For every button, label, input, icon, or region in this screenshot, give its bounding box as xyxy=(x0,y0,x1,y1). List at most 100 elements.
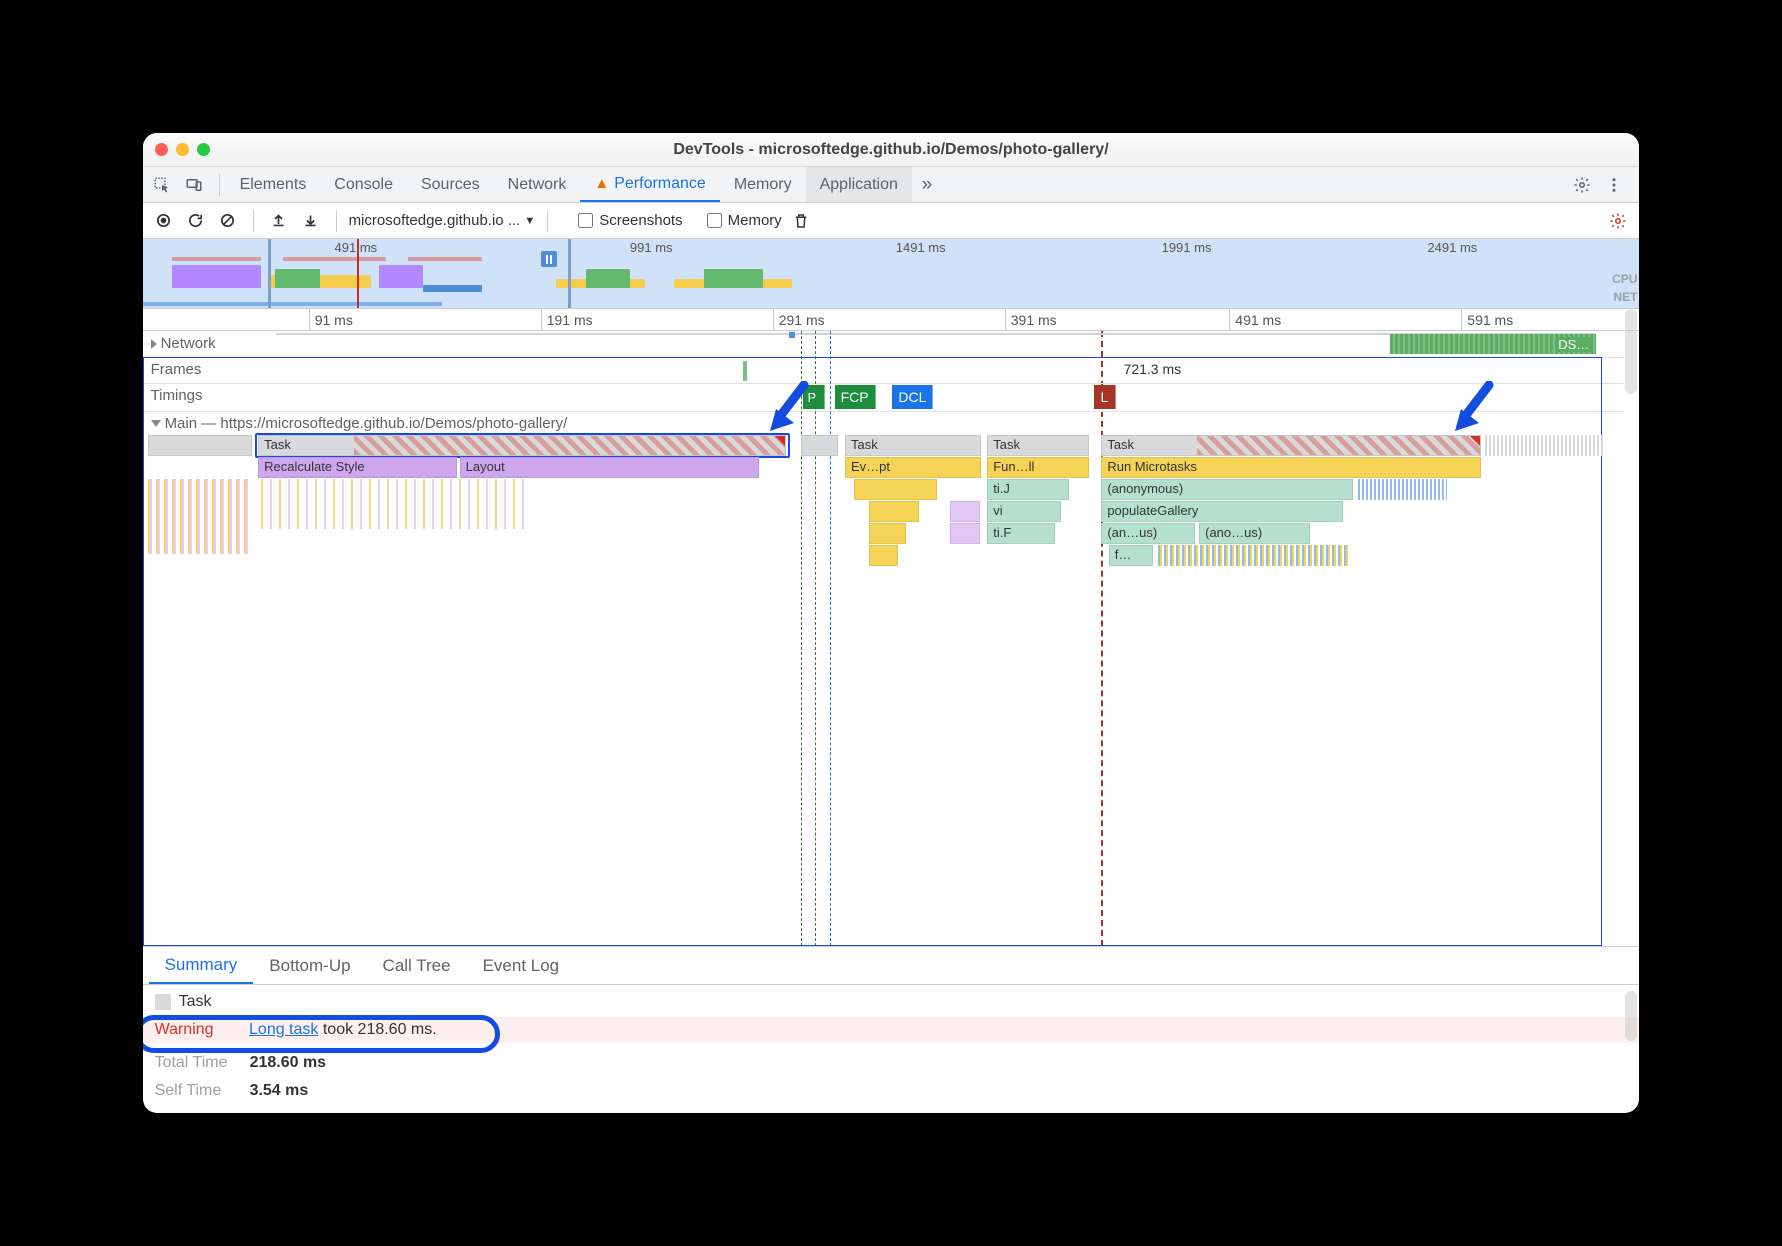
overview-tick: 2491 ms xyxy=(1427,240,1477,255)
flame-bar[interactable] xyxy=(869,545,899,566)
flame-bar[interactable] xyxy=(869,523,906,544)
reload-record-button[interactable] xyxy=(183,208,209,234)
flame-anon2[interactable]: (ano…us) xyxy=(1199,523,1310,544)
dtab-calltree[interactable]: Call Tree xyxy=(367,947,467,984)
flame-slivers[interactable] xyxy=(1358,479,1447,500)
long-task-corner-icon xyxy=(1470,436,1480,446)
overview-minimap[interactable]: 491 ms 991 ms 1491 ms 1991 ms 2491 ms CP… xyxy=(143,239,1640,309)
marker-l-line xyxy=(1101,331,1103,946)
flame-slivers[interactable] xyxy=(148,479,252,554)
close-window-button[interactable] xyxy=(155,143,168,156)
window-title: DevTools - microsoftedge.github.io/Demos… xyxy=(143,141,1640,159)
inspect-element-icon[interactable] xyxy=(149,172,175,198)
dtab-eventlog[interactable]: Event Log xyxy=(467,947,576,984)
flame-task[interactable] xyxy=(148,435,252,456)
flame-bar[interactable] xyxy=(950,501,980,522)
scrollbar-thumb[interactable] xyxy=(1625,991,1637,1041)
kebab-menu-icon[interactable] xyxy=(1601,172,1627,198)
total-time-value: 218.60 ms xyxy=(250,1054,327,1071)
flame-slivers[interactable] xyxy=(261,479,528,529)
zoom-window-button[interactable] xyxy=(197,143,210,156)
color-swatch xyxy=(155,994,171,1010)
timing-fcp-badge[interactable]: FCP xyxy=(835,385,876,409)
overview-right-labels: CPU NET xyxy=(1612,271,1637,307)
flame-task[interactable]: Task xyxy=(1101,435,1480,456)
overview-pause-icon[interactable] xyxy=(541,251,557,267)
flame-anon[interactable]: (anonymous) xyxy=(1101,479,1353,500)
tab-console[interactable]: Console xyxy=(320,167,407,202)
warning-row: Warning Long task took 218.60 ms. xyxy=(143,1017,1640,1043)
frames-track-label[interactable]: Frames xyxy=(151,361,202,378)
flame-tij[interactable]: ti.J xyxy=(987,479,1069,500)
summary-name: Task xyxy=(179,993,212,1011)
long-task-corner-icon xyxy=(775,436,785,446)
minimize-window-button[interactable] xyxy=(176,143,189,156)
clear-button[interactable] xyxy=(215,208,241,234)
overview-selection[interactable] xyxy=(268,239,570,308)
dtab-summary[interactable]: Summary xyxy=(149,947,254,984)
flame-task[interactable] xyxy=(801,435,838,456)
tab-application[interactable]: Application xyxy=(806,167,912,202)
flame-task[interactable]: Task xyxy=(845,435,981,456)
self-time-value: 3.54 ms xyxy=(250,1082,309,1099)
overview-playhead[interactable] xyxy=(357,239,359,308)
annotation-arrow xyxy=(1451,381,1495,433)
tab-network[interactable]: Network xyxy=(494,167,581,202)
network-track-label[interactable]: Network xyxy=(151,335,216,352)
tab-elements[interactable]: Elements xyxy=(226,167,321,202)
capture-settings-icon[interactable] xyxy=(1605,208,1631,234)
panel-tabstrip: Elements Console Sources Network ▲ Perfo… xyxy=(143,167,1640,203)
flame-f[interactable]: f… xyxy=(1109,545,1153,566)
flame-recalc-style[interactable]: Recalculate Style xyxy=(258,457,457,478)
flame-bar[interactable] xyxy=(950,523,980,544)
settings-icon[interactable] xyxy=(1569,172,1595,198)
flame-slivers[interactable] xyxy=(1485,435,1604,456)
recording-selector[interactable]: microsoftedge.github.io ...▼ xyxy=(349,212,536,229)
time-ruler[interactable]: 91 ms 191 ms 291 ms 391 ms 491 ms 591 ms xyxy=(143,309,1640,331)
tab-performance[interactable]: ▲ Performance xyxy=(580,167,719,202)
perf-toolbar: microsoftedge.github.io ...▼ Screenshots… xyxy=(143,203,1640,239)
garbage-collect-icon[interactable] xyxy=(788,208,814,234)
flame-run-microtasks[interactable]: Run Microtasks xyxy=(1101,457,1480,478)
flame-vi[interactable]: vi xyxy=(987,501,1061,522)
tab-memory[interactable]: Memory xyxy=(720,167,806,202)
expand-icon xyxy=(151,339,157,349)
flame-anon1[interactable]: (an…us) xyxy=(1101,523,1194,544)
summary-panel: Task Warning Long task took 218.60 ms. T… xyxy=(143,985,1640,1113)
titlebar: DevTools - microsoftedge.github.io/Demos… xyxy=(143,133,1640,167)
more-tabs-button[interactable]: » xyxy=(912,174,942,196)
flame-populate-gallery[interactable]: populateGallery xyxy=(1101,501,1343,522)
divider xyxy=(219,174,220,196)
flame-func[interactable]: Fun…ll xyxy=(987,457,1089,478)
upload-profile-button[interactable] xyxy=(266,208,292,234)
dtab-bottomup[interactable]: Bottom-Up xyxy=(253,947,366,984)
network-ds-block[interactable]: DS… xyxy=(1390,334,1596,354)
main-track-label[interactable]: Main — https://microsoftedge.github.io/D… xyxy=(151,415,568,432)
timings-track-label[interactable]: Timings xyxy=(151,387,203,404)
flame-task[interactable]: Task xyxy=(987,435,1089,456)
flame-tif[interactable]: ti.F xyxy=(987,523,1055,544)
overview-tick: 1991 ms xyxy=(1162,240,1212,255)
timing-dcl-badge[interactable]: DCL xyxy=(892,385,933,409)
long-task-link[interactable]: Long task xyxy=(249,1021,318,1038)
record-button[interactable] xyxy=(151,208,177,234)
tab-sources[interactable]: Sources xyxy=(407,167,494,202)
flame-task-selected[interactable]: Task xyxy=(258,435,786,456)
flame-event[interactable]: Ev…pt xyxy=(845,457,981,478)
overview-tick: 1491 ms xyxy=(896,240,946,255)
flame-bar[interactable] xyxy=(869,501,919,522)
marker-time-label: 721.3 ms xyxy=(1124,361,1182,377)
screenshots-checkbox[interactable]: Screenshots xyxy=(578,212,682,229)
device-toolbar-icon[interactable] xyxy=(181,172,207,198)
download-profile-button[interactable] xyxy=(298,208,324,234)
flame-slivers[interactable] xyxy=(1158,545,1351,566)
memory-checkbox[interactable]: Memory xyxy=(707,212,782,229)
warning-icon: ▲ xyxy=(594,175,609,192)
window-controls xyxy=(155,143,210,156)
flame-chart-area[interactable]: 91 ms 191 ms 291 ms 391 ms 491 ms 591 ms… xyxy=(143,309,1640,947)
details-tabstrip: Summary Bottom-Up Call Tree Event Log xyxy=(143,947,1640,985)
timing-l-badge[interactable]: L xyxy=(1094,385,1116,409)
flame-layout[interactable]: Layout xyxy=(460,457,759,478)
flame-bar[interactable] xyxy=(854,479,937,500)
collapse-icon xyxy=(151,420,161,427)
